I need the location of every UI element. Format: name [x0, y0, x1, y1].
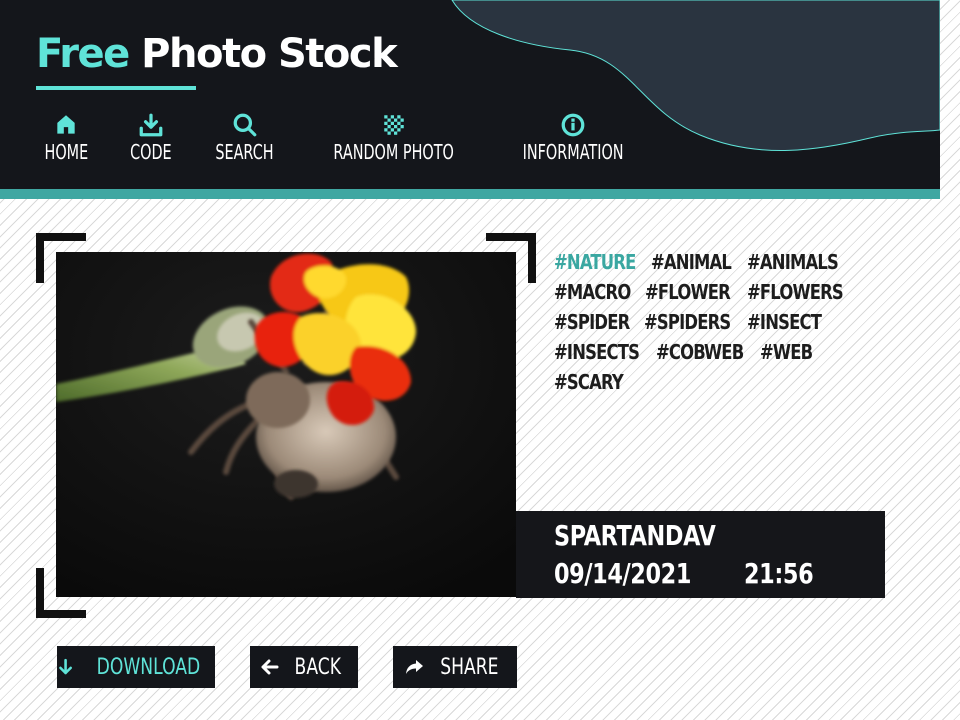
header-accent-bar [0, 189, 940, 199]
tag-spiders[interactable]: #SPIDERS [644, 310, 731, 334]
tag-flower[interactable]: #FLOWER [645, 280, 731, 304]
photo-date: 09/14/2021 [554, 557, 692, 590]
photo [56, 252, 516, 597]
main-nav: HOME CODE SEARCH RANDOM PHOTO INFORMATIO… [36, 112, 643, 164]
info-icon [561, 113, 585, 137]
tag-cobweb[interactable]: #COBWEB [656, 340, 744, 364]
nav-item-information-label: INFORMATION [522, 140, 624, 164]
logo-rest-text: Photo Stock [128, 31, 398, 77]
photo-image [56, 252, 516, 597]
share-arrow-icon [405, 660, 423, 674]
logo-free-text: Free [36, 31, 130, 77]
photo-time: 21:56 [744, 557, 814, 590]
tag-nature[interactable]: #NATURE [554, 250, 636, 274]
download-icon [139, 113, 162, 137]
share-button[interactable]: SHARE [393, 646, 517, 688]
site-logo[interactable]: Free Photo Stock [36, 26, 398, 82]
tag-flowers[interactable]: #FLOWERS [747, 280, 844, 304]
tag-animal[interactable]: #ANIMAL [651, 250, 732, 274]
download-button[interactable]: DOWNLOAD [57, 646, 215, 688]
frame-corner-bottom-left-vertical [36, 568, 44, 618]
nav-item-random-photo[interactable]: RANDOM PHOTO [310, 112, 477, 164]
nav-item-random-photo-label: RANDOM PHOTO [333, 140, 455, 164]
site-header: Free Photo Stock HOME CODE SEARCH RANDOM… [0, 0, 940, 189]
tag-scary[interactable]: #SCARY [554, 370, 624, 394]
nav-item-information[interactable]: INFORMATION [503, 112, 643, 164]
photo-info-box: SPARTANDAV 09/14/2021 21:56 [516, 511, 885, 598]
nav-item-home-label: HOME [44, 140, 89, 164]
download-button-label: DOWNLOAD [96, 654, 201, 680]
tag-insects[interactable]: #INSECTS [554, 340, 640, 364]
photo-author[interactable]: SPARTANDAV [554, 519, 716, 552]
home-icon [57, 115, 76, 134]
photo-tags: #NATURE #ANIMAL #ANIMALS #MACRO #FLOWER … [554, 250, 874, 394]
tag-animals[interactable]: #ANIMALS [747, 250, 839, 274]
frame-corner-top-left-vertical [36, 233, 44, 283]
search-icon [233, 113, 257, 137]
tag-web[interactable]: #WEB [760, 340, 813, 364]
nav-item-code[interactable]: CODE [122, 112, 180, 164]
share-button-label: SHARE [439, 654, 499, 680]
arrow-down-icon [59, 658, 72, 675]
nav-item-search[interactable]: SEARCH [204, 112, 285, 164]
tag-macro[interactable]: #MACRO [554, 280, 631, 304]
frame-corner-top-right-vertical [528, 233, 536, 283]
nav-item-code-label: CODE [129, 140, 172, 164]
logo-underline [36, 86, 196, 90]
shuffle-icon [384, 115, 404, 135]
nav-item-home[interactable]: HOME [36, 112, 97, 164]
tag-spider[interactable]: #SPIDER [554, 310, 630, 334]
back-button[interactable]: BACK [250, 646, 358, 688]
arrow-left-icon [261, 659, 279, 675]
nav-item-search-label: SEARCH [215, 140, 275, 164]
tag-insect[interactable]: #INSECT [747, 310, 822, 334]
back-button-label: BACK [294, 654, 342, 680]
